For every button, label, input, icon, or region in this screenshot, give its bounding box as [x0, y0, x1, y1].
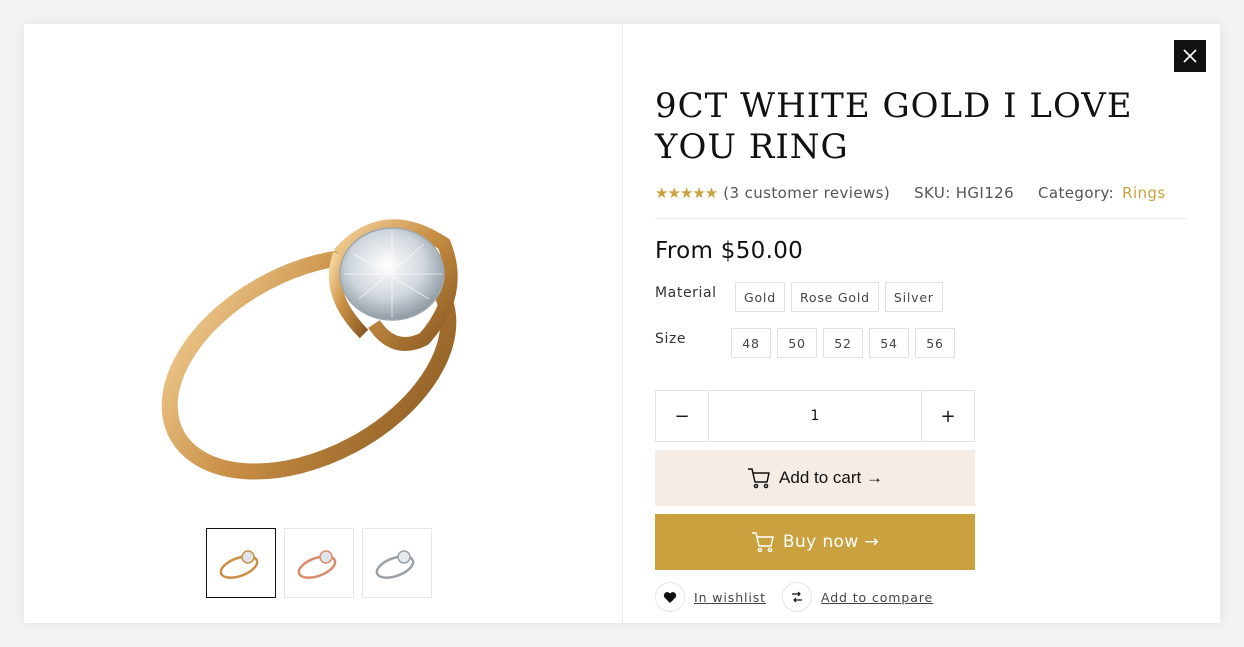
- compare-icon-button[interactable]: [781, 582, 812, 612]
- thumbnail-strip: [206, 528, 432, 598]
- add-to-cart-button[interactable]: Add to cart →: [655, 450, 975, 506]
- quantity-decrease-button[interactable]: −: [656, 391, 709, 441]
- category-label: Category:: [1038, 184, 1115, 202]
- product-meta: ★★★★★ (3 customer reviews) SKU: HGI126 C…: [655, 184, 1187, 219]
- buy-now-button[interactable]: Buy now →: [655, 514, 975, 570]
- wishlist-link[interactable]: In wishlist: [694, 590, 766, 605]
- material-option[interactable]: Silver: [884, 282, 943, 312]
- buy-now-label: Buy now →: [782, 532, 880, 552]
- thumbnail-silver[interactable]: [362, 528, 432, 598]
- quick-view-modal: 9CT WHITE GOLD I LOVE YOU RING ★★★★★ (3 …: [24, 24, 1220, 623]
- material-option[interactable]: Gold: [735, 282, 785, 312]
- product-price: From $50.00: [655, 238, 804, 264]
- size-options: 48 50 52 54 56: [731, 328, 955, 358]
- silver-ring-icon: [375, 550, 415, 579]
- category-link[interactable]: Rings: [1122, 184, 1165, 202]
- size-option[interactable]: 54: [869, 328, 909, 358]
- gold-ring-icon: [219, 550, 259, 579]
- product-main-image: [161, 219, 458, 480]
- material-label: Material: [655, 285, 717, 301]
- sku-value: HGI126: [955, 184, 1015, 202]
- sku-label: SKU:: [914, 184, 951, 202]
- wishlist-icon-button[interactable]: [655, 582, 685, 612]
- add-to-cart-label: Add to cart →: [779, 468, 883, 487]
- size-option[interactable]: 50: [777, 328, 817, 358]
- reviews-link[interactable]: (3 customer reviews): [723, 184, 890, 202]
- compare-icon: [791, 591, 802, 603]
- thumbnail-gold[interactable]: [206, 528, 276, 598]
- size-option[interactable]: 56: [915, 328, 955, 358]
- rating-stars: ★★★★★: [655, 184, 718, 202]
- modal-divider: [622, 24, 623, 623]
- product-title: 9CT WHITE GOLD I LOVE YOU RING: [655, 86, 1133, 167]
- heart-icon: [663, 591, 677, 603]
- cart-icon: [748, 468, 770, 489]
- secondary-actions: In wishlist Add to compare: [655, 582, 933, 612]
- size-option[interactable]: 52: [823, 328, 863, 358]
- thumbnail-rose-gold[interactable]: [284, 528, 354, 598]
- size-option[interactable]: 48: [731, 328, 771, 358]
- compare-link[interactable]: Add to compare: [821, 590, 933, 605]
- size-label: Size: [655, 331, 687, 347]
- rose-gold-ring-icon: [297, 550, 337, 579]
- quantity-stepper: − +: [655, 390, 975, 442]
- quantity-increase-button[interactable]: +: [921, 391, 974, 441]
- cart-icon: [751, 532, 774, 553]
- material-options: Gold Rose Gold Silver: [735, 282, 943, 312]
- close-button[interactable]: [1174, 40, 1206, 72]
- close-icon: [1183, 49, 1197, 63]
- material-option[interactable]: Rose Gold: [790, 282, 879, 312]
- quantity-input[interactable]: [709, 391, 921, 441]
